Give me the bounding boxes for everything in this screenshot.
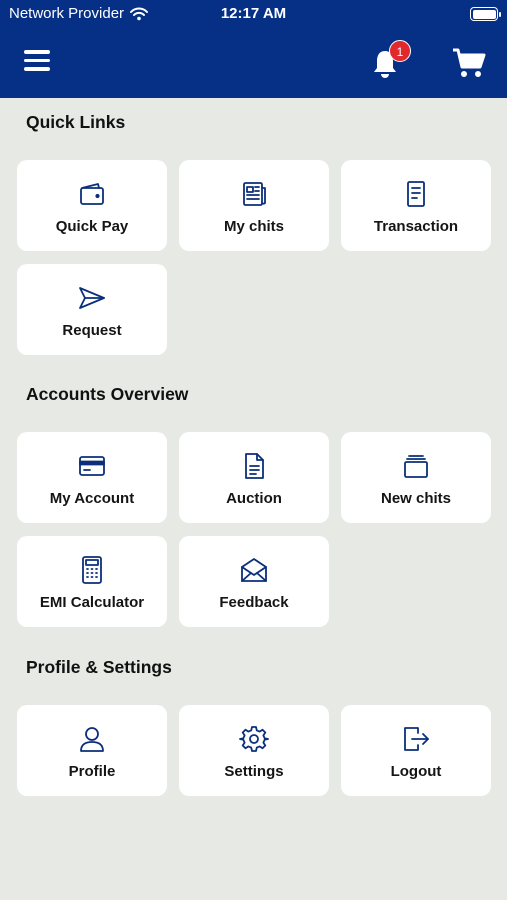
calculator-icon [82,556,102,584]
hamburger-menu-button[interactable] [24,50,52,76]
notification-badge: 1 [389,40,411,62]
newspaper-icon [243,182,266,206]
cart-icon [453,48,486,77]
section-title-quick-links: Quick Links [26,112,126,132]
wallet-icon [80,183,104,205]
settings-label: Settings [224,763,284,780]
my-chits-card[interactable]: My chits [179,160,329,251]
cart-button[interactable] [452,47,488,81]
my-account-label: My Account [49,490,135,507]
my-chits-label: My chits [223,218,284,235]
file-icon [245,453,264,479]
request-label: Request [62,322,122,339]
emi-calculator-card[interactable]: EMI Calculator [17,536,167,627]
send-icon [79,287,105,309]
request-card[interactable]: Request [17,264,167,355]
section-title-accounts-overview: Accounts Overview [26,384,189,404]
my-account-card[interactable]: My Account [17,432,167,523]
app-header: Network Provider 12:17 AM [0,0,507,98]
clock: 12:17 AM [220,5,287,22]
emi-calculator-label: EMI Calculator [39,594,145,611]
quick-pay-label: Quick Pay [55,218,129,235]
battery-icon [470,7,501,21]
logout-card[interactable]: Logout [341,705,491,796]
settings-card[interactable]: Settings [179,705,329,796]
profile-card[interactable]: Profile [17,705,167,796]
envelope-icon [241,558,267,582]
logout-icon [404,727,429,751]
status-bar: Network Provider 12:17 AM [0,0,507,28]
section-title-profile-settings: Profile & Settings [26,657,172,677]
transaction-card[interactable]: Transaction [341,160,491,251]
feedback-card[interactable]: Feedback [179,536,329,627]
logout-label: Logout [390,763,442,780]
stack-icon [404,455,428,478]
transaction-label: Transaction [373,218,459,235]
auction-label: Auction [226,490,282,507]
nav-row [0,40,507,88]
new-chits-card[interactable]: New chits [341,432,491,523]
gear-icon [239,726,269,752]
user-icon [80,727,104,752]
card-icon [79,456,105,476]
feedback-label: Feedback [219,594,289,611]
auction-card[interactable]: Auction [179,432,329,523]
new-chits-label: New chits [380,490,452,507]
profile-label: Profile [68,763,116,780]
quick-pay-card[interactable]: Quick Pay [17,160,167,251]
document-icon [407,181,425,207]
